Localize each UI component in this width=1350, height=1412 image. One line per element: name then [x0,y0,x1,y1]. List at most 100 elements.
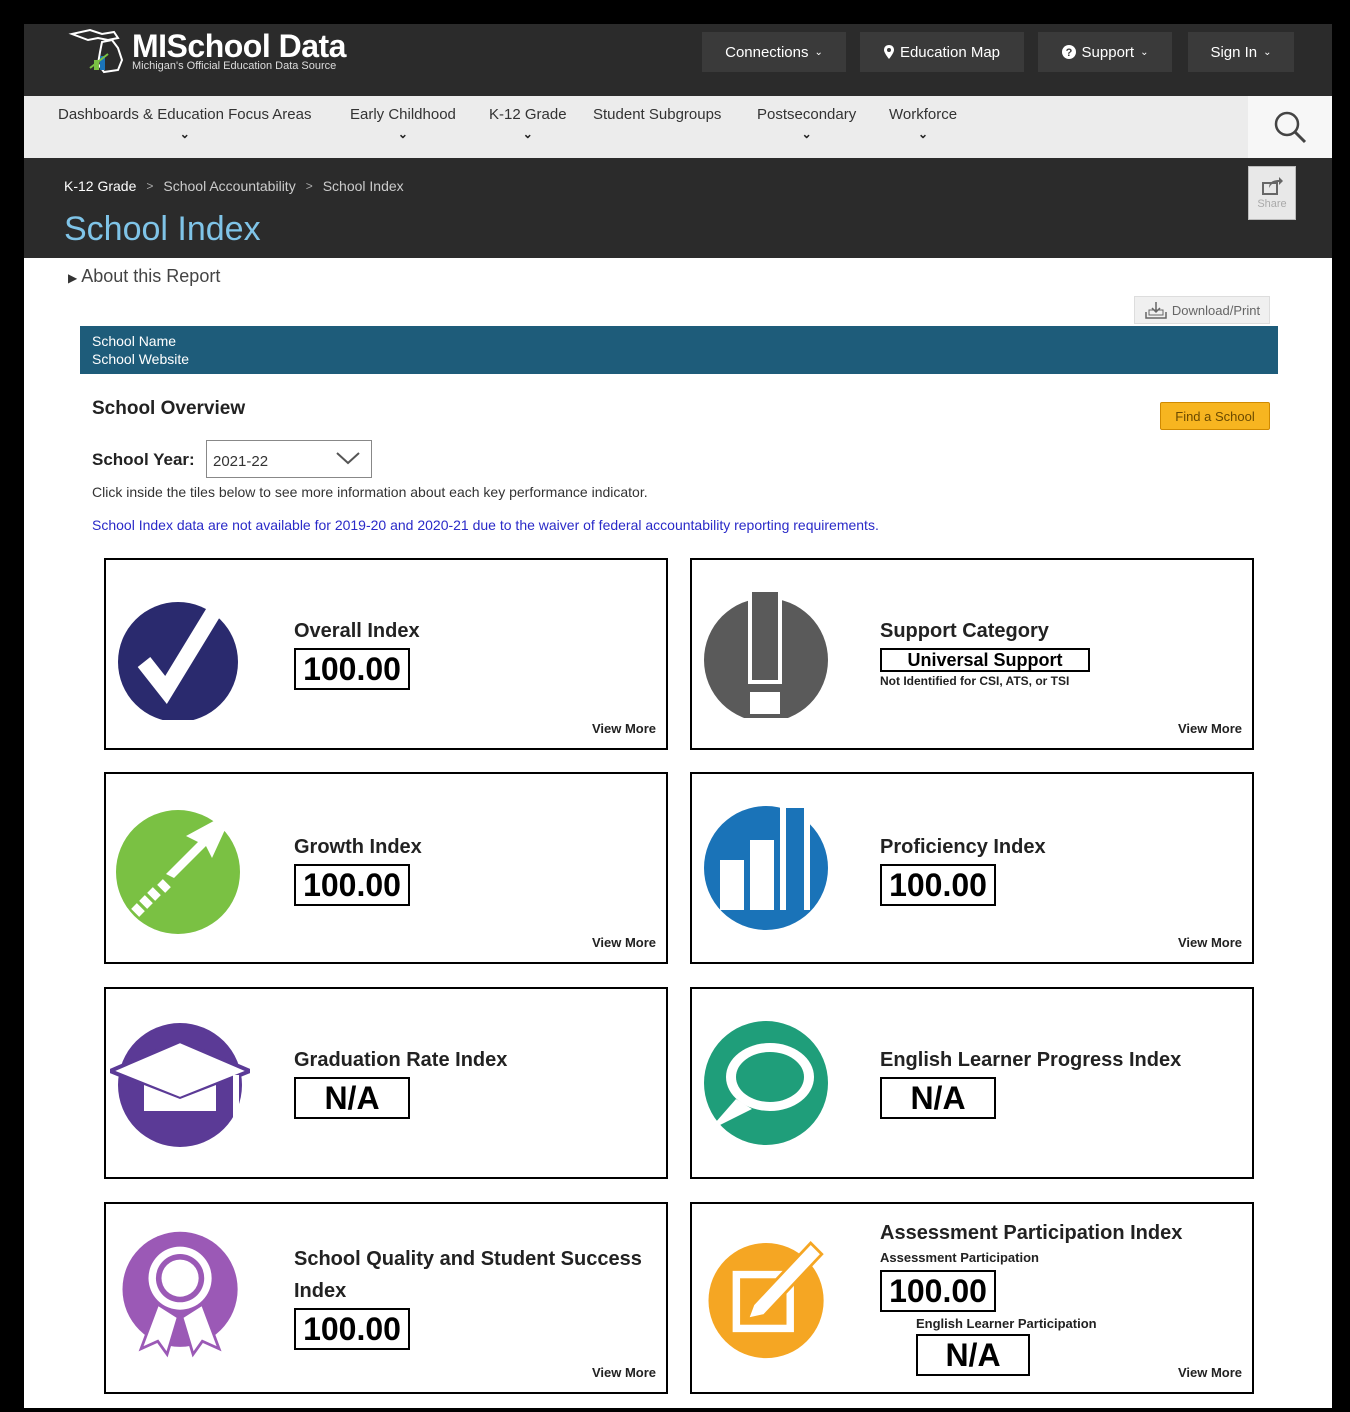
main-navigation: Dashboards & Education Focus Areas ⌄ Ear… [24,96,1332,158]
question-circle-icon: ? [1061,45,1076,59]
breadcrumb-school-accountability[interactable]: School Accountability [163,178,295,194]
school-year-select[interactable]: 2021-22 [206,440,372,478]
nav-postsecondary-label: Postsecondary [757,106,857,123]
chevron-down-icon: ⌄ [814,46,823,58]
sign-in-label: Sign In [1210,43,1258,61]
support-category-title: Support Category [880,620,1049,642]
chevron-down-icon [336,452,360,465]
chevron-down-icon: ⌄ [918,127,929,141]
school-year-label: School Year: [92,450,195,469]
window-frame: MISchool Data Michigan's Official Educat… [10,10,1340,1408]
share-label: Share [1257,198,1287,210]
proficiency-index-value: 100.00 [880,864,996,906]
overall-index-title: Overall Index [294,620,420,642]
title-band: K-12 Grade > School Accountability > Sch… [24,158,1332,258]
english-learner-participation-value: N/A [916,1334,1030,1376]
chevron-down-icon: ⌄ [522,127,533,141]
english-learner-participation-sublabel: English Learner Participation [916,1316,1097,1331]
education-map-label: Education Map [899,43,1001,61]
nav-dashboards-label: Dashboards & Education Focus Areas [58,106,312,123]
graduation-rate-value: N/A [294,1077,410,1119]
search-icon [1274,111,1307,144]
school-quality-title: School Quality and Student Success [294,1248,642,1270]
logo-subtitle: Michigan's Official Education Data Sourc… [132,60,337,72]
nav-early-childhood[interactable]: Early Childhood ⌄ [350,106,456,141]
tile-school-quality-index[interactable]: School Quality and Student Success Index… [104,1202,668,1394]
connections-menu[interactable]: Connections ⌄ [702,32,846,72]
support-category-note: Not Identified for CSI, ATS, or TSI [880,674,1070,688]
school-website[interactable]: School Website [92,350,1266,368]
school-info-bar: School Name School Website [80,326,1278,374]
graduation-cap-icon [110,1023,250,1147]
bar-chart-icon [704,802,828,930]
download-icon [1145,302,1167,319]
english-learner-value: N/A [880,1077,996,1119]
tile-growth-index[interactable]: Growth Index 100.00 View More [104,772,668,964]
nav-workforce[interactable]: Workforce ⌄ [889,106,957,141]
assessment-participation-sublabel: Assessment Participation [880,1250,1039,1265]
about-report-label: About this Report [81,266,221,286]
tile-assessment-participation[interactable]: Assessment Participation Index Assessmen… [690,1202,1254,1394]
assessment-participation-value: 100.00 [880,1270,996,1312]
growth-index-title: Growth Index [294,836,422,858]
breadcrumb-k12-grade[interactable]: K-12 Grade [64,178,136,194]
school-quality-value: 100.00 [294,1308,410,1350]
tile-support-category[interactable]: Support Category Universal Support Not I… [690,558,1254,750]
view-more-link[interactable]: View More [1178,1365,1242,1380]
graduation-rate-title: Graduation Rate Index [294,1049,508,1071]
find-school-button[interactable]: Find a School [1160,402,1270,430]
tile-graduation-rate-index[interactable]: Graduation Rate Index N/A [104,987,668,1179]
chevron-down-icon: ⌄ [1263,46,1272,58]
share-icon [1262,177,1283,195]
school-overview-heading: School Overview [92,398,246,419]
tile-overall-index[interactable]: Overall Index 100.00 View More [104,558,668,750]
page: MISchool Data Michigan's Official Educat… [24,24,1332,1408]
support-category-value: Universal Support [880,648,1090,672]
about-report-toggle[interactable]: ▶ About this Report [68,266,220,287]
view-more-link[interactable]: View More [1178,935,1242,950]
chevron-down-icon: ⌄ [1140,46,1149,58]
proficiency-index-title: Proficiency Index [880,836,1046,858]
data-availability-notice: School Index data are not available for … [92,517,879,533]
site-logo[interactable]: MISchool Data Michigan's Official Educat… [64,24,374,94]
view-more-link[interactable]: View More [592,721,656,736]
chevron-down-icon: ⌄ [179,127,190,141]
support-menu[interactable]: ? Support ⌄ [1038,32,1172,72]
support-label: Support [1081,43,1135,61]
tile-proficiency-index[interactable]: Proficiency Index 100.00 View More [690,772,1254,964]
michigan-map-icon [68,28,124,74]
pencil-edit-icon [708,1240,824,1359]
nav-k12-grade[interactable]: K-12 Grade ⌄ [489,106,567,141]
svg-text:?: ? [1065,47,1072,59]
view-more-link[interactable]: View More [592,935,656,950]
top-header: MISchool Data Michigan's Official Educat… [24,24,1332,96]
view-more-link[interactable]: View More [1178,721,1242,736]
assessment-participation-title: Assessment Participation Index [880,1222,1183,1244]
nav-postsecondary[interactable]: Postsecondary ⌄ [757,106,856,141]
tiles-hint: Click inside the tiles below to see more… [92,484,648,500]
search-button[interactable] [1248,96,1332,158]
education-map-link[interactable]: Education Map [860,32,1024,72]
tile-english-learner-progress[interactable]: English Learner Progress Index N/A [690,987,1254,1179]
checkmark-icon [118,602,238,720]
growth-arrow-icon [116,810,240,934]
view-more-link[interactable]: View More [592,1365,656,1380]
share-button[interactable]: Share [1248,166,1296,220]
nav-student-subgroups-label: Student Subgroups [593,106,722,123]
nav-student-subgroups[interactable]: Student Subgroups [593,106,721,123]
school-quality-title-line2: Index [294,1280,347,1302]
sign-in-menu[interactable]: Sign In ⌄ [1188,32,1294,72]
breadcrumb-school-index: School Index [322,178,404,194]
nav-k12-grade-label: K-12 Grade [489,106,567,123]
caret-right-icon: ▶ [68,271,78,285]
page-title: School Index [64,210,261,248]
chevron-down-icon: ⌄ [801,127,812,141]
english-learner-title: English Learner Progress Index [880,1049,1182,1071]
speech-bubble-icon [704,1021,828,1145]
award-ribbon-icon [122,1231,238,1358]
breadcrumb: K-12 Grade > School Accountability > Sch… [64,178,404,194]
download-print-button[interactable]: Download/Print [1134,296,1270,324]
exclamation-icon [704,588,828,718]
nav-dashboards[interactable]: Dashboards & Education Focus Areas ⌄ [58,106,311,141]
overall-index-value: 100.00 [294,648,410,690]
